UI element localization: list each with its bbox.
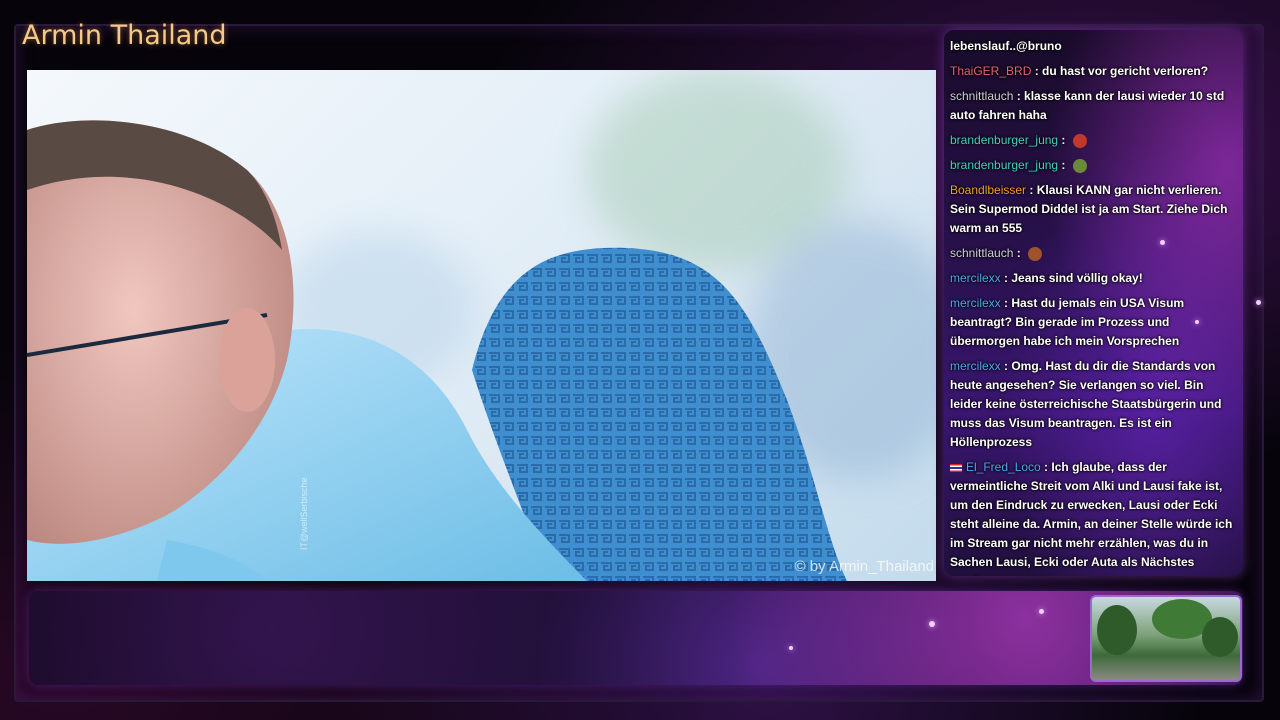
video-scene: [27, 120, 847, 581]
chat-text: Ich glaube, dass der vermeintliche Strei…: [950, 460, 1233, 576]
chat-message: Boandlbeisser : Klausi KANN gar nicht ve…: [944, 178, 1243, 241]
video-side-watermark: IT@wellSerbische: [299, 477, 309, 550]
video-player[interactable]: IT@wellSerbische © by Armin_Thailand: [27, 70, 936, 581]
sparkle-decoration: [1160, 240, 1165, 245]
chat-separator: :: [1040, 460, 1052, 474]
chat-message: mercilexx : Omg. Hast du dir die Standar…: [944, 354, 1243, 455]
chat-username[interactable]: schnittlauch: [950, 246, 1013, 260]
webcam-preview: [1090, 595, 1242, 682]
chat-username[interactable]: mercilexx: [950, 271, 1001, 285]
chat-panel: lebenslauf..@bruno ThaiGER_BRD : du hast …: [944, 30, 1243, 576]
chat-message: mercilexx : Jeans sind völlig okay!: [944, 266, 1243, 291]
chat-separator: :: [1031, 64, 1043, 78]
chat-username[interactable]: mercilexx: [950, 359, 1001, 373]
chat-separator: :: [1058, 158, 1069, 172]
chat-message: ThaiGER_BRD : du hast vor gericht verlor…: [944, 59, 1243, 84]
bottom-info-bar: [29, 591, 1243, 685]
chat-separator: :: [1000, 359, 1012, 373]
chat-separator: :: [1000, 271, 1012, 285]
sparkle-decoration: [1256, 300, 1261, 305]
chat-text: du hast vor gericht verloren?: [1042, 64, 1209, 78]
chat-message: lebenslauf..@bruno: [944, 34, 1243, 59]
emote-icon: [1028, 246, 1043, 261]
chat-text: lebenslauf..@bruno: [950, 39, 1062, 53]
chat-message: schnittlauch :: [944, 241, 1243, 266]
chat-username[interactable]: El_Fred_Loco: [966, 460, 1041, 474]
chat-message-list: lebenslauf..@bruno ThaiGER_BRD : du hast …: [944, 34, 1243, 576]
chat-text: Jeans sind völlig okay!: [1011, 271, 1143, 285]
chat-message: El_Fred_Loco : Ich glaube, dass der verm…: [944, 455, 1243, 576]
channel-title: Armin Thailand: [22, 20, 227, 51]
video-watermark: © by Armin_Thailand: [794, 558, 934, 575]
chat-message: brandenburger_jung :: [944, 128, 1243, 153]
chat-message: schnittlauch : klasse kann der lausi wie…: [944, 84, 1243, 128]
emote-icon: [1072, 133, 1087, 148]
flag-icon: [950, 463, 962, 472]
chat-message: brandenburger_jung :: [944, 153, 1243, 178]
chat-username[interactable]: mercilexx: [950, 296, 1001, 310]
chat-username[interactable]: brandenburger_jung: [950, 158, 1058, 172]
chat-separator: :: [1058, 133, 1069, 147]
chat-separator: :: [1013, 89, 1025, 103]
chat-username[interactable]: Boandlbeisser: [950, 183, 1026, 197]
chat-username[interactable]: brandenburger_jung: [950, 133, 1058, 147]
chat-username[interactable]: ThaiGER_BRD: [950, 64, 1031, 78]
chat-separator: :: [1026, 183, 1037, 197]
chat-separator: :: [1013, 246, 1025, 260]
chat-username[interactable]: schnittlauch: [950, 89, 1013, 103]
emote-icon: [1072, 158, 1087, 173]
chat-separator: :: [1000, 296, 1012, 310]
sparkle-decoration: [1195, 320, 1199, 324]
